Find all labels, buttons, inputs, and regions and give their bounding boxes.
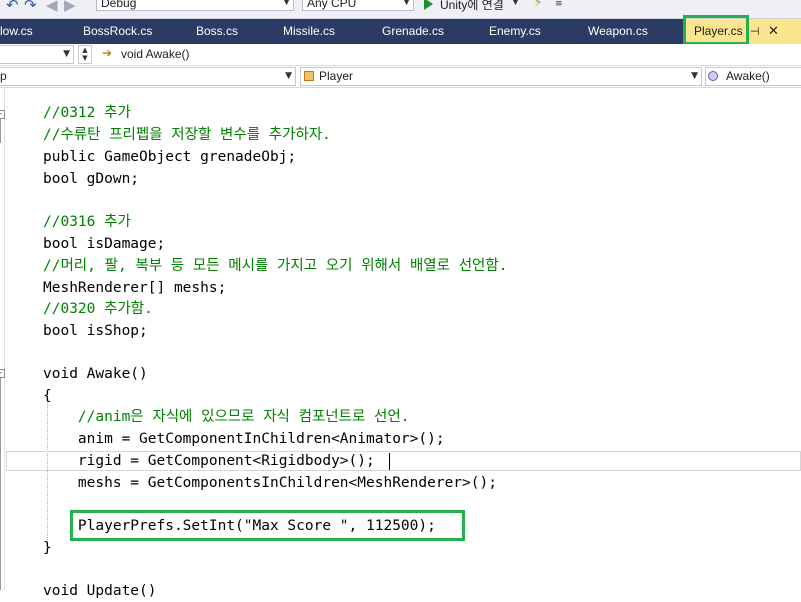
chevron-down-icon: ▼ — [285, 71, 292, 81]
highlight-setint-line — [70, 510, 465, 541]
code-line: bool gDown; — [43, 168, 139, 190]
tab-bossrock[interactable]: BossRock.cs — [83, 19, 152, 44]
code-line: //anim은 자식에 있으므로 자식 컴포넌트로 선언. — [43, 409, 410, 425]
code-line: //0320 추가함. — [43, 301, 153, 317]
chevron-down-icon: ▼ — [283, 0, 290, 7]
chevron-down-icon: ▼ — [403, 0, 410, 7]
tab-missile[interactable]: Missile.cs — [283, 19, 335, 44]
code-text: void Awake() — [43, 366, 148, 382]
close-icon[interactable]: ✕ — [768, 19, 779, 44]
code-line: void Update() — [43, 580, 157, 602]
redo-icon[interactable]: ↷ — [24, 0, 37, 14]
code-line: { — [43, 385, 52, 407]
tab-grenade[interactable]: Grenade.cs — [382, 19, 444, 44]
code-text: bool isDamage; — [43, 236, 166, 252]
code-line: void Awake() — [43, 363, 148, 385]
code-line: //수류탄 프리펩을 저장할 변수를 추가하자. — [43, 127, 331, 143]
text-caret — [389, 453, 390, 470]
chevron-down-icon: ▼ — [63, 49, 70, 59]
configuration-value: Debug — [101, 0, 137, 10]
code-editor[interactable]: - - //0312 추가 //수류탄 프리펩을 저장할 변수를 추가하자. p… — [0, 88, 801, 599]
code-line: //머리, 팔, 복부 등 모든 메시를 가지고 오기 위해서 배열로 선언함. — [43, 258, 508, 274]
code-text: } — [43, 540, 52, 556]
code-line: bool isShop; — [43, 320, 148, 342]
code-text: MeshRenderer[] meshs; — [43, 280, 227, 296]
project-dropdown[interactable]: ▼ — [0, 45, 74, 64]
toolbar: ↶ ↷ ◀ ▶ Debug ▼ Any CPU ▼ Unity에 연결 ▼ ⚡ … — [0, 0, 801, 19]
tab-follow[interactable]: low.cs — [0, 19, 33, 44]
collapse-icon[interactable]: - — [0, 369, 5, 378]
class-icon — [304, 71, 314, 81]
code-text: void Update() — [43, 583, 157, 599]
nav-back-icon[interactable]: ◀ — [46, 0, 58, 14]
code-text: { — [43, 388, 52, 404]
code-line: bool isDamage; — [43, 233, 165, 255]
code-line: //0316 추가 — [43, 214, 131, 230]
fold-line — [0, 378, 1, 590]
class-value: Player — [319, 69, 354, 83]
scope-value: p — [0, 69, 7, 83]
undo-icon[interactable]: ↶ — [6, 0, 19, 14]
code-text: bool isShop; — [43, 323, 148, 339]
overflow-icon[interactable]: ≡ — [555, 0, 563, 9]
chevron-down-icon[interactable]: ▼ — [512, 0, 519, 7]
code-text: bool gDown; — [43, 171, 140, 187]
configuration-select[interactable]: Debug ▼ — [96, 0, 294, 11]
code-line: MeshRenderer[] meshs; — [43, 277, 226, 299]
code-line: } — [43, 537, 52, 559]
code-text: meshs = GetComponentsInChildren<MeshRend… — [43, 475, 497, 491]
attach-icon[interactable]: ⚡ — [534, 0, 542, 9]
code-line: rigid = GetComponent<Rigidbody>(); — [43, 450, 375, 472]
code-text: anim = GetComponentInChildren<Animator>(… — [43, 431, 445, 447]
code-line: //0312 추가 — [43, 105, 131, 121]
code-line: public GameObject grenadeObj; — [43, 146, 296, 168]
pin-icon[interactable]: ⊣ — [750, 19, 760, 44]
play-icon[interactable] — [424, 0, 433, 10]
arrow-right-icon: ➔ — [102, 46, 113, 60]
code-text: public GameObject grenadeObj; — [43, 149, 297, 165]
method-value: Awake() — [726, 69, 770, 83]
method-dropdown[interactable]: Awake() — [705, 67, 801, 86]
fold-line — [0, 119, 1, 143]
document-tabs: low.cs BossRock.cs Boss.cs Missile.cs Gr… — [0, 19, 801, 44]
tab-weapon[interactable]: Weapon.cs — [588, 19, 648, 44]
member-text: void Awake() — [121, 47, 190, 61]
scope-dropdown[interactable]: p ▼ — [0, 67, 296, 86]
platform-select[interactable]: Any CPU ▼ — [302, 0, 414, 11]
gutter — [4, 88, 5, 590]
tab-boss[interactable]: Boss.cs — [196, 19, 238, 44]
navigation-bar: ▼ ▲ ▼ ➔ void Awake() — [0, 44, 801, 66]
code-line: anim = GetComponentInChildren<Animator>(… — [43, 428, 445, 450]
scope-bar: p ▼ Player ▼ Awake() — [0, 66, 801, 88]
collapse-icon[interactable]: - — [0, 110, 5, 119]
method-icon — [708, 71, 718, 81]
tab-enemy[interactable]: Enemy.cs — [489, 19, 541, 44]
code-text: rigid = GetComponent<Rigidbody>(); — [43, 453, 375, 469]
spin-button[interactable]: ▲ ▼ — [78, 45, 92, 64]
highlight-player-tab — [683, 15, 749, 45]
code-line: meshs = GetComponentsInChildren<MeshRend… — [43, 472, 497, 494]
nav-forward-icon[interactable]: ▶ — [64, 0, 76, 14]
class-dropdown[interactable]: Player ▼ — [300, 67, 702, 86]
chevron-down-icon: ▼ — [691, 71, 698, 81]
platform-value: Any CPU — [307, 0, 357, 10]
run-target-label[interactable]: Unity에 연결 — [440, 0, 504, 13]
